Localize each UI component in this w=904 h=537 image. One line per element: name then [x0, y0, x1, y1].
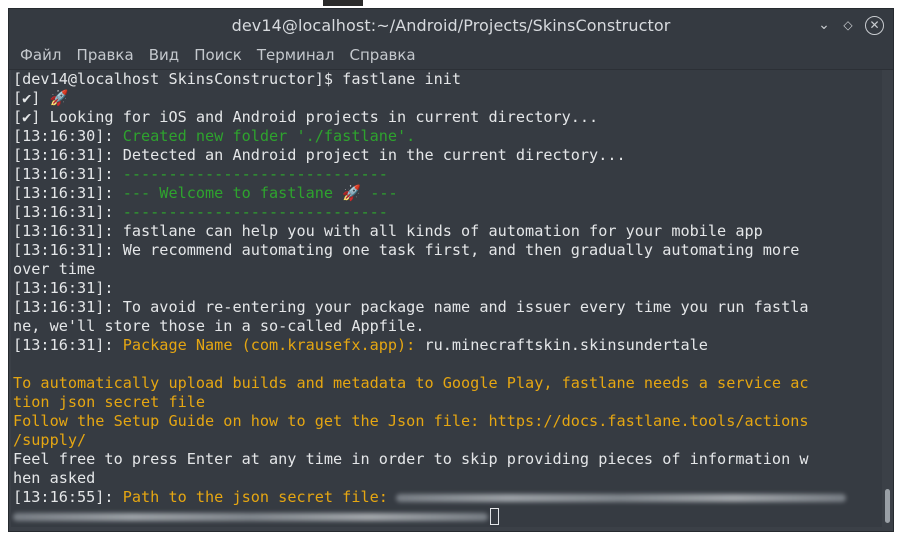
menu-edit[interactable]: Правка [72, 41, 139, 69]
redacted-path [13, 512, 488, 521]
terminal-text: [13:16:31]: We recommend automating one … [13, 241, 800, 259]
terminal-line: hen asked [13, 469, 882, 488]
terminal-line: [✔] 🚀 [13, 89, 882, 108]
terminal-text: ----------------------------- [122, 203, 388, 221]
text-cursor [490, 508, 499, 525]
terminal-text: Feel free to press Enter at any time in … [13, 450, 809, 468]
terminal-text: [13:16:31]: fastlane can help you with a… [13, 222, 763, 240]
terminal-line: [13:16:31]: Detected an Android project … [13, 146, 882, 165]
terminal-output[interactable]: [dev14@localhost SkinsConstructor]$ fast… [11, 70, 882, 527]
terminal-line: [✔] Looking for iOS and Android projects… [13, 108, 882, 127]
menu-help[interactable]: Справка [345, 41, 421, 69]
redacted-path [395, 493, 846, 502]
terminal-text: [13:16:31]: [13, 184, 123, 202]
terminal-line: [13:16:31]: [13, 279, 882, 298]
terminal-text: [13:16:30]: [13, 127, 123, 145]
terminal-text: Package Name (com.krausefx.app): [122, 336, 416, 354]
terminal-text: ----------------------------- [122, 165, 388, 183]
terminal-line: To automatically upload builds and metad… [13, 374, 882, 393]
terminal-window: dev14@localhost:~/Android/Projects/Skins… [8, 8, 894, 532]
terminal-text: hen asked [13, 469, 96, 487]
title-bar[interactable]: dev14@localhost:~/Android/Projects/Skins… [9, 9, 893, 41]
terminal-line: /supply/ [13, 431, 882, 450]
terminal-line: [13:16:30]: Created new folder './fastla… [13, 127, 882, 146]
terminal-text: Follow the Setup Guide on how to get the… [13, 412, 809, 430]
terminal-line: Feel free to press Enter at any time in … [13, 450, 882, 469]
menu-file[interactable]: Файл [15, 41, 66, 69]
terminal-text: [13:16:31]: [13, 203, 123, 221]
scrollbar-thumb[interactable] [885, 489, 890, 523]
terminal-text: /supply/ [13, 431, 87, 449]
terminal-line: Follow the Setup Guide on how to get the… [13, 412, 882, 431]
window-title: dev14@localhost:~/Android/Projects/Skins… [231, 16, 671, 35]
terminal-text: Created new folder './fastlane'. [122, 127, 416, 145]
menu-terminal[interactable]: Терминал [252, 41, 340, 69]
close-icon[interactable]: ✕ [865, 16, 884, 35]
terminal-line: ne, we'll store those in a so-called App… [13, 317, 882, 336]
terminal-line: [13:16:31]: To avoid re-entering your pa… [13, 298, 882, 317]
terminal-input-line[interactable] [13, 507, 882, 526]
terminal-text: ne, we'll store those in a so-called App… [13, 317, 425, 335]
desktop-background [0, 0, 904, 8]
terminal-line: [13:16:31]: --- Welcome to fastlane 🚀 --… [13, 184, 882, 203]
terminal-text: Path to the json secret file: [122, 488, 388, 506]
terminal-text: [13:16:31]: Detected an Android project … [13, 146, 626, 164]
maximize-icon[interactable]: ◇ [839, 16, 857, 34]
terminal-line: [13:16:31]: ----------------------------… [13, 203, 882, 222]
terminal-text: [13:16:31]: [13, 336, 123, 354]
minimize-icon[interactable]: ⌄ [815, 16, 833, 34]
terminal-text: ru.minecraftskin.skinsundertale [415, 336, 708, 354]
terminal-line: over time [13, 260, 882, 279]
terminal-line: tion json secret file [13, 393, 882, 412]
terminal-line: [13:16:31]: fastlane can help you with a… [13, 222, 882, 241]
terminal-text: tion json secret file [13, 393, 206, 411]
terminal-text: To automatically upload builds and metad… [13, 374, 809, 392]
terminal-text: [✔] 🚀 [13, 89, 69, 107]
terminal-line: [13:16:31]: ----------------------------… [13, 165, 882, 184]
terminal-text: [✔] Looking for iOS and Android projects… [13, 108, 599, 126]
terminal-text: [13:16:31]: [13, 165, 123, 183]
terminal-line: [13:16:31]: Package Name (com.krausefx.a… [13, 336, 882, 355]
scrollbar[interactable] [884, 71, 892, 527]
terminal-text: over time [13, 260, 96, 278]
menu-view[interactable]: Вид [144, 41, 184, 69]
terminal-line: [dev14@localhost SkinsConstructor]$ fast… [13, 70, 882, 89]
desktop-background-window [323, 0, 363, 6]
menu-search[interactable]: Поиск [189, 41, 247, 69]
terminal-text: [dev14@localhost SkinsConstructor]$ fast… [13, 70, 462, 88]
terminal-line: [13:16:55]: Path to the json secret file… [13, 488, 882, 507]
terminal-text: [13:16:31]: To avoid re-entering your pa… [13, 298, 809, 316]
terminal-text: [13:16:55]: [13, 488, 123, 506]
terminal-text: [13:16:31]: [13, 279, 114, 297]
terminal-line: [13:16:31]: We recommend automating one … [13, 241, 882, 260]
terminal-text: --- Welcome to fastlane 🚀 --- [122, 184, 398, 202]
menu-bar: Файл Правка Вид Поиск Терминал Справка [9, 41, 893, 70]
